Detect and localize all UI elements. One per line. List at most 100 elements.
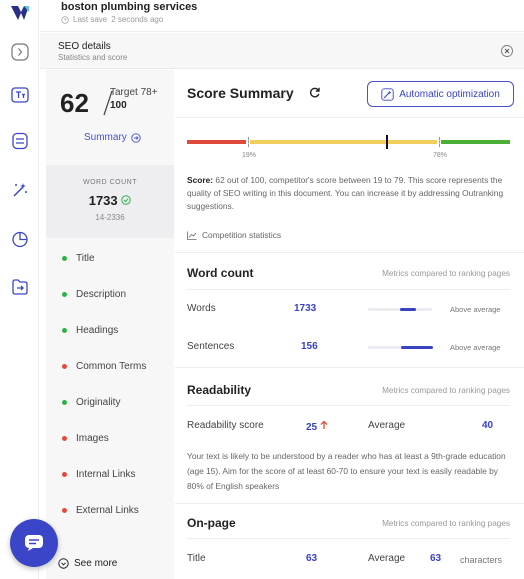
onpage-unit: characters <box>460 555 503 565</box>
score-summary-title: Score Summary <box>187 85 294 101</box>
competitor-low-label: 19% <box>242 152 257 159</box>
pie-chart-icon[interactable] <box>9 228 30 249</box>
sentences-bar <box>368 346 433 349</box>
onpage-title-label: Title <box>187 553 206 564</box>
word-count-note: Metrics compared to ranking pages <box>382 269 510 278</box>
nav-item[interactable]: Internal Links <box>46 456 174 492</box>
nav-item-label: Headings <box>76 324 119 336</box>
words-bar-fill <box>400 308 416 311</box>
word-count-number: 1733 <box>88 193 118 208</box>
status-dot <box>62 363 67 369</box>
automatic-optimization-button[interactable]: Automatic optimization <box>367 81 514 107</box>
clock-icon <box>61 15 69 24</box>
nav-item-label: External Links <box>76 504 139 516</box>
text-tool-icon[interactable] <box>9 84 30 105</box>
words-bar <box>368 308 432 311</box>
seo-details-subtitle: Statistics and score <box>58 53 128 62</box>
magic-wand-icon <box>381 87 394 101</box>
target-label: Target 78+ <box>110 87 158 98</box>
readability-average-label: Average <box>368 420 406 431</box>
score-range-bar <box>187 135 510 149</box>
onpage-title: On-page <box>187 516 236 530</box>
summary-link[interactable]: Summary <box>84 132 141 143</box>
nav-item[interactable]: External Links <box>46 492 174 528</box>
nav-item[interactable]: Headings <box>46 312 174 348</box>
nav-item[interactable]: Images <box>46 420 174 456</box>
see-more-label: See more <box>74 558 118 569</box>
readability-title: Readability <box>187 383 252 397</box>
score-desc-text: 62 out of 100, competitor's score betwee… <box>187 175 504 211</box>
status-dot <box>62 291 67 297</box>
words-value: 1733 <box>294 303 317 314</box>
nav-item[interactable]: Title <box>46 240 174 276</box>
word-count-title: Word count <box>187 266 254 280</box>
refresh-icon[interactable] <box>308 86 321 99</box>
score-desc-label: Score: <box>187 175 214 185</box>
score-description: Score: 62 out of 100, competitor's score… <box>187 174 514 213</box>
sentences-value: 156 <box>301 341 318 352</box>
competition-statistics-label: Competition statistics <box>202 230 282 240</box>
status-dot <box>62 255 67 261</box>
summary-link-label: Summary <box>84 132 127 143</box>
readability-score-value: 25 <box>306 420 328 433</box>
arrow-right-circle-icon <box>131 132 141 143</box>
nav-item-label: Common Terms <box>76 360 147 372</box>
nav-item[interactable]: Common Terms <box>46 348 174 384</box>
chat-support-button[interactable] <box>10 519 58 567</box>
readability-average-value: 40 <box>482 420 494 431</box>
competitor-high-tick <box>439 137 440 147</box>
document-header: boston plumbing services Last save 2 sec… <box>40 0 524 32</box>
close-icon[interactable] <box>501 45 513 57</box>
save-time: 2 seconds ago <box>111 15 164 24</box>
nav-item[interactable]: Description <box>46 276 174 312</box>
status-dot <box>62 507 67 513</box>
target-max: 100 <box>110 100 127 111</box>
onpage-average-value: 63 <box>430 553 442 564</box>
readability-note: Metrics compared to ranking pages <box>382 386 510 395</box>
sentences-label: Sentences <box>187 341 235 352</box>
database-icon[interactable] <box>9 130 30 151</box>
word-count-box: WORD COUNT 1733 14-2336 <box>46 165 174 238</box>
check-circle-icon <box>121 195 131 205</box>
arrow-up-icon <box>320 420 328 429</box>
bar-segment-mid <box>250 140 437 144</box>
chevron-down-circle-icon <box>58 558 69 569</box>
nav-item-label: Originality <box>76 396 121 408</box>
seo-score: 62 <box>60 88 89 118</box>
competitor-low-tick <box>248 137 249 147</box>
nav-item-label: Images <box>76 432 109 444</box>
row-divider <box>187 405 510 406</box>
row-divider <box>187 289 510 290</box>
automatic-optimization-label: Automatic optimization <box>399 88 500 100</box>
onpage-average-label: Average <box>368 553 406 564</box>
nav-item[interactable]: Originality <box>46 384 174 420</box>
word-count-range: 14-2336 <box>95 213 125 222</box>
sentences-status: Above average <box>450 343 501 352</box>
document-title[interactable]: boston plumbing services <box>61 1 197 13</box>
bar-segment-low <box>187 140 246 144</box>
score-summary-panel: Score Summary Automatic optimization 19%… <box>175 70 524 579</box>
save-status: Last save 2 seconds ago <box>61 15 163 24</box>
onpage-note: Metrics compared to ranking pages <box>382 519 510 528</box>
section-divider <box>175 367 524 368</box>
status-dot <box>62 471 67 477</box>
line-chart-icon <box>187 231 197 240</box>
chat-icon <box>25 535 43 551</box>
words-status: Above average <box>450 305 501 314</box>
expand-sidebar-icon[interactable] <box>9 41 30 62</box>
section-divider <box>175 252 524 253</box>
readability-score-number: 25 <box>306 422 318 433</box>
status-dot <box>62 399 67 405</box>
nav-item-label: Description <box>76 288 127 300</box>
competition-statistics-link[interactable]: Competition statistics <box>187 230 281 240</box>
nav-item-label: Title <box>76 252 95 264</box>
icon-rail <box>0 0 39 579</box>
magic-wand-icon[interactable] <box>9 179 30 200</box>
bar-segment-high <box>441 140 510 144</box>
save-label: Last save <box>73 15 108 24</box>
readability-description: Your text is likely to be understood by … <box>187 451 506 491</box>
export-icon[interactable] <box>9 276 30 297</box>
see-more-button[interactable]: See more <box>58 558 117 569</box>
seo-left-panel: 62 Target 78+ 100 Summary WORD COUNT 173… <box>46 70 174 579</box>
seo-details-title: SEO details <box>58 41 111 52</box>
